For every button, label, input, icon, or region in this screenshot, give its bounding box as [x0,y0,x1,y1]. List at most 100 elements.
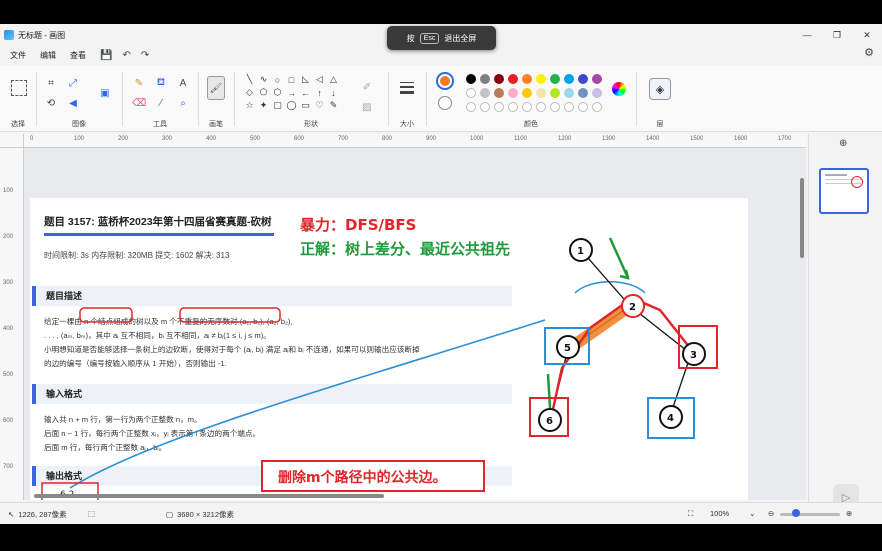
color-swatch[interactable] [536,74,546,84]
zoom-out-icon[interactable]: ⊖ [768,509,774,518]
shape-tool-icon[interactable]: ◇ [244,87,255,98]
color-swatch[interactable] [508,88,518,98]
shape-tool-icon[interactable]: ◁ [314,74,325,85]
shape-tool-icon[interactable]: ▢ [272,100,283,111]
color-swatch[interactable] [592,88,602,98]
color-swatch[interactable] [564,74,574,84]
shape-tool-icon[interactable]: ↑ [314,87,325,98]
add-page-icon[interactable]: ⊕ [839,138,847,149]
secondary-color-swatch[interactable] [438,96,452,110]
save-icon[interactable]: 💾 [100,50,112,61]
pages-panel: ⊕ ▷ [808,134,882,516]
close-button[interactable]: ✕ [852,24,882,46]
color-swatch[interactable] [522,74,532,84]
eraser-icon[interactable]: ⌫ [132,96,146,110]
outline-icon[interactable]: ✐ [360,80,374,94]
custom-color-slot[interactable] [466,102,476,112]
drawing-canvas[interactable]: 题目 3157: 蓝桥杯2023年第十四届省赛真题-砍树 时间限制: 3s 内存… [30,198,748,500]
zoom-slider[interactable] [780,513,840,516]
redo-icon[interactable]: ↷ [141,50,149,61]
shape-tool-icon[interactable]: ⬠ [258,87,269,98]
ruler-tick-label: 100 [3,188,14,194]
edit-colors-icon[interactable] [612,82,626,96]
zoom-level[interactable]: 100% ⌄ [710,509,755,518]
shape-tool-icon[interactable]: ⬡ [272,87,283,98]
shape-fill-icon[interactable]: ▨ [360,100,374,114]
custom-color-slot[interactable] [564,102,574,112]
magnifier-icon[interactable]: ⌕ [176,96,190,110]
fill-bucket-icon[interactable]: ⛾ [154,76,168,90]
fit-to-window[interactable]: ⛶ [688,509,693,519]
horizontal-scrollbar[interactable] [34,494,384,498]
shape-tool-icon[interactable]: ✎ [328,100,339,111]
page-thumbnail[interactable] [819,168,869,214]
crop-icon[interactable]: ⌗ [44,76,58,90]
custom-color-slot[interactable] [550,102,560,112]
shape-tool-icon[interactable]: ○ [272,74,283,85]
custom-color-slot[interactable] [522,102,532,112]
shape-tool-icon[interactable]: ← [300,87,311,98]
color-swatch[interactable] [494,88,504,98]
shape-tool-icon[interactable]: ▭ [300,100,311,111]
menu-view[interactable]: 查看 [70,50,86,61]
color-swatch[interactable] [578,88,588,98]
layers-icon[interactable]: ◈ [649,78,671,100]
resize-icon[interactable]: ⤢ [66,76,80,90]
color-swatch[interactable] [480,88,490,98]
custom-color-slot[interactable] [508,102,518,112]
flip-icon[interactable]: ◀ [66,96,80,110]
shape-tool-icon[interactable]: ◺ [300,74,311,85]
shape-tool-icon[interactable]: → [286,87,297,98]
color-swatch[interactable] [592,74,602,84]
stroke-size-icon[interactable] [400,82,414,94]
color-swatch[interactable] [564,88,574,98]
custom-color-slot[interactable] [592,102,602,112]
custom-color-slot[interactable] [578,102,588,112]
shape-tool-icon[interactable]: ✦ [258,100,269,111]
text-tool-icon[interactable]: A [176,76,190,90]
menu-file[interactable]: 文件 [10,50,26,61]
select-rectangle-icon[interactable] [11,80,27,96]
custom-color-slot[interactable] [480,102,490,112]
zoom-in[interactable]: ⊕ [846,509,852,518]
custom-color-slot[interactable] [494,102,504,112]
primary-color-ring[interactable] [436,72,454,90]
zoom-dropdown-icon[interactable]: ⌄ [749,509,755,518]
color-swatch[interactable] [536,88,546,98]
zoom-level-text[interactable]: 100% [710,509,729,518]
shape-tool-icon[interactable]: ♡ [314,100,325,111]
color-swatch[interactable] [466,74,476,84]
restore-button[interactable]: ❐ [822,24,852,46]
ruler-tick-label: 200 [3,234,14,240]
shape-tool-icon[interactable]: □ [286,74,297,85]
shape-tool-icon[interactable]: △ [328,74,339,85]
color-swatch[interactable] [494,74,504,84]
color-swatch[interactable] [480,74,490,84]
color-swatch[interactable] [508,74,518,84]
shape-tool-icon[interactable]: ∿ [258,74,269,85]
shape-tool-icon[interactable]: ☆ [244,100,255,111]
pencil-icon[interactable]: ✎ [132,76,146,90]
color-swatch[interactable] [550,74,560,84]
color-swatch[interactable] [578,74,588,84]
brush-icon[interactable]: 🖌 [207,76,225,100]
custom-color-slot[interactable] [536,102,546,112]
color-picker-icon[interactable]: ⁄ [154,96,168,110]
color-swatch[interactable] [522,88,532,98]
rotate-icon[interactable]: ⟲ [44,96,58,110]
color-swatch[interactable] [550,88,560,98]
zoom-out[interactable]: ⊖ [768,509,774,518]
image-select-icon[interactable]: ▣ [98,86,112,100]
zoom-in-icon[interactable]: ⊕ [846,509,852,518]
menu-edit[interactable]: 编辑 [40,50,56,61]
fit-window-icon[interactable]: ⛶ [688,509,693,519]
settings-gear-icon[interactable]: ⚙ [864,46,874,59]
shape-tool-icon[interactable]: ◯ [286,100,297,111]
shape-tool-icon[interactable]: ╲ [244,74,255,85]
undo-icon[interactable]: ↶ [122,50,130,61]
zoom-slider-thumb[interactable] [792,509,800,517]
minimize-button[interactable]: — [792,24,822,46]
vertical-scrollbar[interactable] [800,178,804,258]
shape-tool-icon[interactable]: ↓ [328,87,339,98]
color-swatch[interactable] [466,88,476,98]
